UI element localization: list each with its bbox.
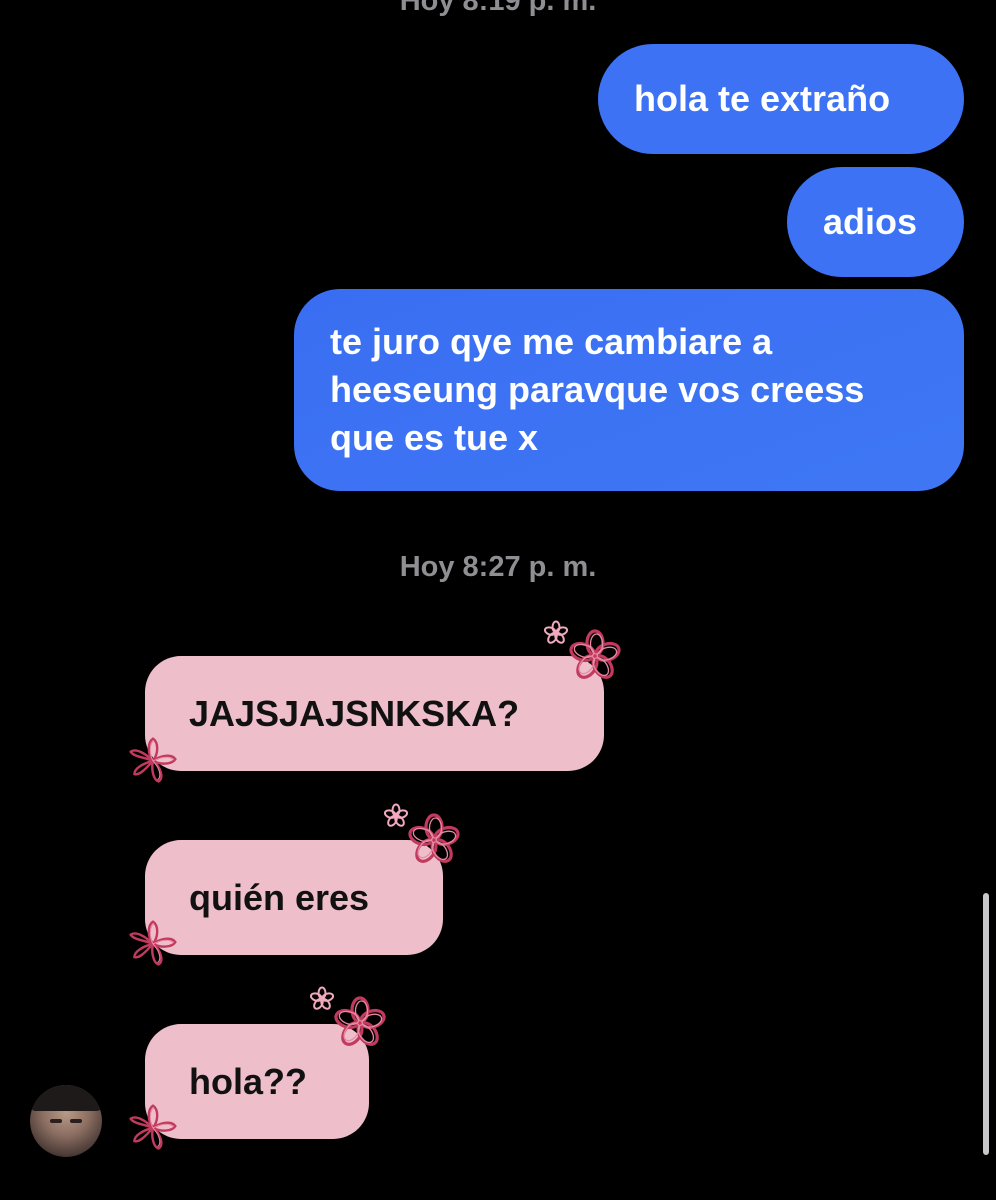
received-message-text: JAJSJAJSNKSKA? (189, 692, 520, 734)
timestamp-middle: Hoy 8:27 p. m. (399, 551, 597, 583)
received-message-bubble[interactable]: JAJSJAJSNKSKA? (145, 656, 604, 771)
received-message-text: hola?? (189, 1060, 307, 1102)
sent-message-line: heeseung paravque vos creess (330, 369, 865, 410)
avatar[interactable] (30, 1085, 102, 1157)
sent-message-bubble[interactable]: hola te extraño (598, 44, 964, 154)
flower-icon (330, 993, 390, 1053)
flower-icon (124, 916, 182, 972)
flower-icon (124, 733, 182, 789)
flower-icon (404, 810, 464, 870)
scrollbar[interactable] (983, 893, 989, 1155)
flower-icon (565, 626, 625, 686)
sent-message-line: que es tue x (330, 417, 539, 458)
sent-message-text: hola te extraño (634, 78, 891, 119)
sent-message-text: adios (823, 201, 918, 242)
sent-message-line: te juro qye me cambiare a (330, 321, 773, 362)
sent-message-bubble[interactable]: adios (787, 167, 964, 277)
flower-icon (124, 1100, 182, 1156)
avatar-eye (50, 1119, 62, 1123)
sent-message-bubble[interactable]: te juro qye me cambiare a heeseung parav… (294, 289, 964, 491)
received-message-text: quién eres (189, 876, 370, 918)
sent-message-text-block: te juro qye me cambiare a heeseung parav… (330, 318, 864, 462)
timestamp-top: Hoy 8:19 p. m. (399, 0, 597, 17)
received-message-bubble[interactable]: quién eres (145, 840, 443, 955)
avatar-hair (30, 1085, 102, 1111)
avatar-eye (70, 1119, 82, 1123)
